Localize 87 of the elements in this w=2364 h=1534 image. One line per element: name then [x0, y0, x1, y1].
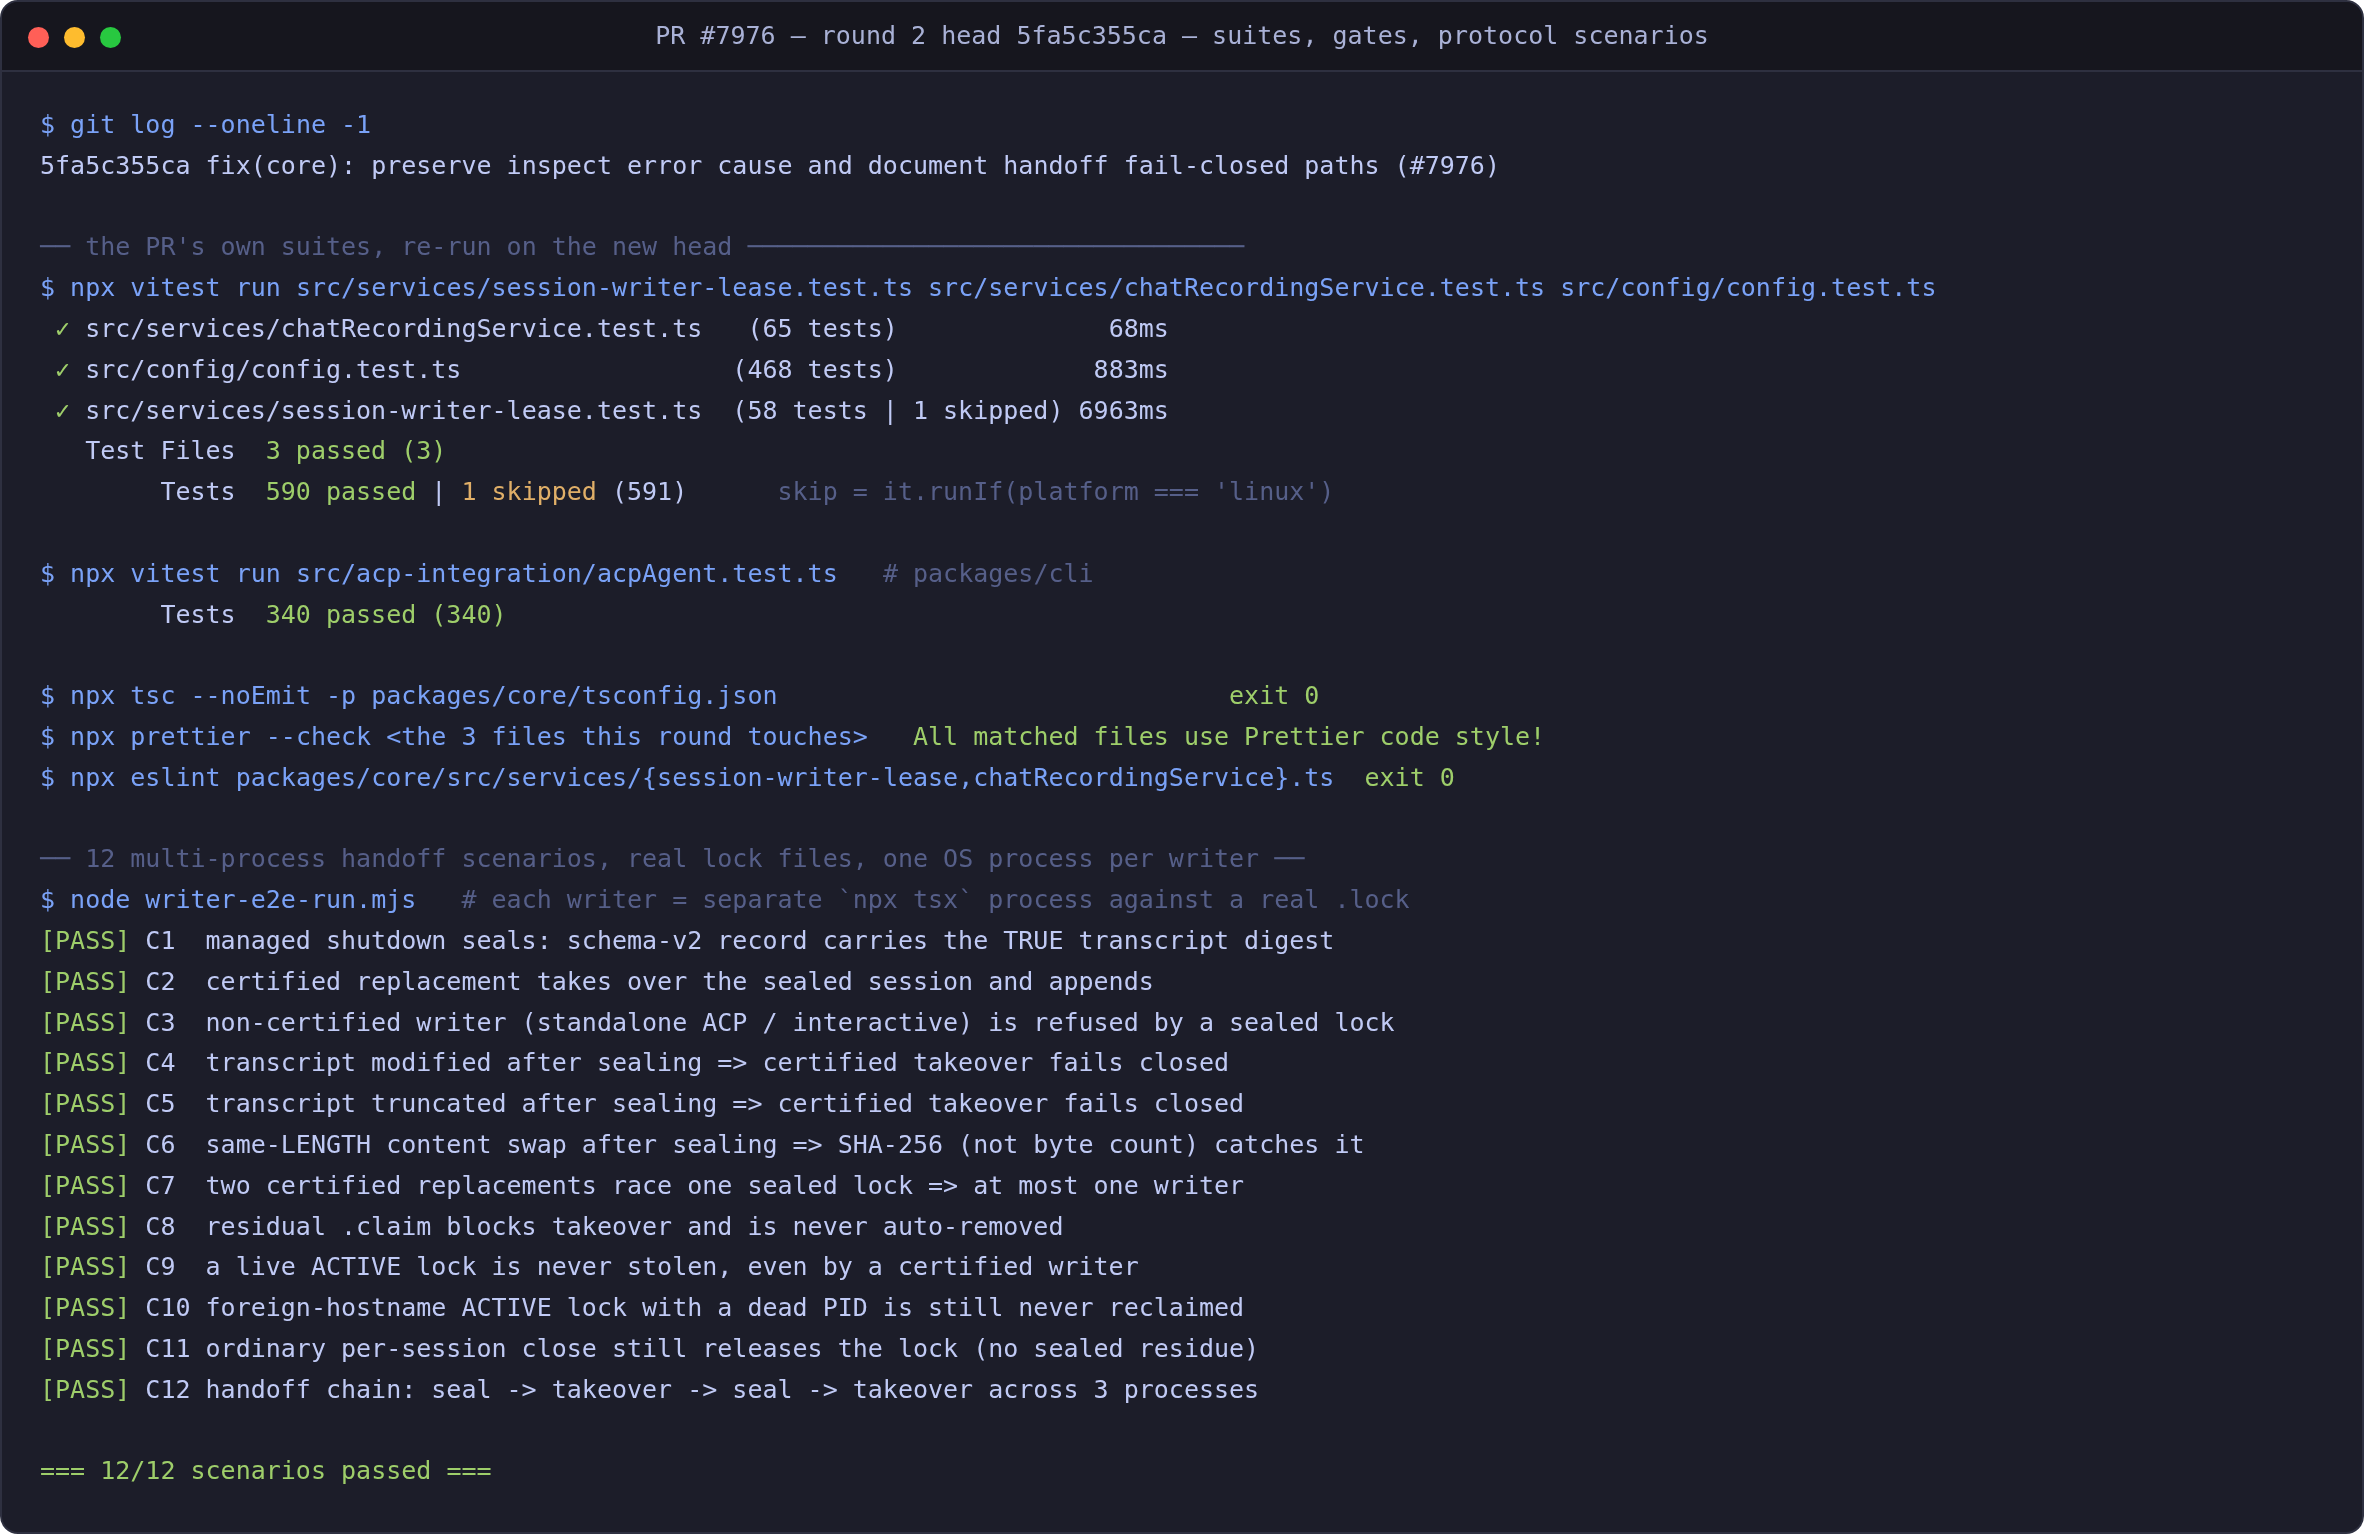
- test-duration: 883ms: [1093, 353, 1169, 386]
- section-divider: ── the PR's own suites, re-run on the new head ─────────────────────────────────: [40, 231, 1245, 264]
- scenario-id: C5: [145, 1088, 176, 1121]
- summary-value: 590 passed: [265, 476, 417, 509]
- pass-status: [PASS]: [40, 1128, 131, 1161]
- scenario-description: transcript modified after sealing => certified takeover fails closed: [205, 1047, 1230, 1080]
- scenario-id: C11: [145, 1332, 191, 1365]
- scenario-description: same-LENGTH content swap after sealing => SHA-256 (not byte count) catches it: [205, 1128, 1365, 1161]
- summary-value: 340 passed: [265, 598, 417, 631]
- test-count: (468 tests): [732, 353, 898, 386]
- scenario-id: C7: [145, 1169, 176, 1202]
- scenario-description: handoff chain: seal -> takeover -> seal -> takeover across 3 processes: [205, 1373, 1260, 1406]
- summary-label: Test Files: [85, 435, 236, 468]
- prompt-symbol: $: [40, 884, 56, 917]
- summary-label: Tests: [160, 598, 236, 631]
- scenario-description: managed shutdown seals: schema-v2 record carries the TRUE transcript digest: [205, 924, 1335, 957]
- scenario-description: certified replacement takes over the sealed session and appends: [205, 965, 1154, 998]
- check-mark: ✓: [55, 394, 72, 427]
- command-text: npx vitest run src/acp-integration/acpAgent.test.ts: [70, 557, 838, 590]
- pass-status: [PASS]: [40, 924, 131, 957]
- summary-value: (591): [611, 476, 688, 509]
- pass-status: [PASS]: [40, 1088, 131, 1121]
- scenario-id: C2: [145, 965, 176, 998]
- command-result: exit 0: [1364, 761, 1455, 794]
- window-title: PR #7976 — round 2 head 5fa5c355ca — suites, gates, protocol scenarios: [655, 20, 1709, 53]
- pass-status: [PASS]: [40, 1251, 131, 1284]
- summary-value: 3 passed: [265, 435, 387, 468]
- command-text: git log --oneline -1: [70, 109, 372, 141]
- prompt-symbol: $: [40, 272, 56, 305]
- command-text: npx prettier --check <the 3 files this round touches>: [70, 720, 868, 753]
- summary-value: (3): [401, 435, 447, 468]
- scenario-id: C8: [145, 1210, 176, 1243]
- pass-status: [PASS]: [40, 1292, 131, 1325]
- prompt-symbol: $: [40, 557, 56, 590]
- test-duration: 68ms: [1108, 313, 1169, 345]
- pass-status: [PASS]: [40, 965, 131, 998]
- pass-status: [PASS]: [40, 1006, 131, 1039]
- summary-value: 1 skipped: [461, 476, 597, 509]
- prompt-symbol: $: [40, 720, 56, 753]
- scenario-description: foreign-hostname ACTIVE lock with a dead PID is still never reclaimed: [205, 1292, 1245, 1325]
- command-comment: # packages/cli: [882, 557, 1094, 590]
- commit-line: 5fa5c355ca fix(core): preserve inspect error cause and document handoff fail-closed paths (#7976): [40, 149, 1500, 182]
- scenario-id: C1: [145, 924, 176, 957]
- summary-value: (340): [431, 598, 507, 631]
- pass-status: [PASS]: [40, 1210, 131, 1243]
- pass-status: [PASS]: [40, 1047, 131, 1080]
- test-duration: 6963ms: [1078, 394, 1169, 427]
- minimize-button[interactable]: [64, 27, 85, 48]
- scenario-id: C9: [145, 1251, 176, 1284]
- command-comment: # each writer = separate `npx tsx` process against a real .lock: [461, 884, 1410, 917]
- scenario-id: C3: [145, 1006, 176, 1039]
- command-text: npx eslint packages/core/src/services/{session-writer-lease,chatRecordingService}.ts: [70, 761, 1335, 794]
- pass-status: [PASS]: [40, 1332, 131, 1365]
- summary-note: skip = it.runIf(platform === 'linux'): [777, 476, 1335, 509]
- command-result: All matched files use Prettier code style!: [912, 720, 1546, 753]
- test-file-path: src/services/chatRecordingService.test.ts: [85, 313, 703, 345]
- prompt-symbol: $: [40, 680, 56, 713]
- scenario-description: ordinary per-session close still releases the lock (no sealed residue): [205, 1332, 1260, 1365]
- check-mark: ✓: [55, 313, 72, 345]
- scenario-id: C10: [145, 1292, 191, 1325]
- test-file-path: src/services/session-writer-lease.test.ts: [85, 394, 703, 427]
- scenario-id: C12: [145, 1373, 191, 1406]
- command-text: node writer-e2e-run.mjs: [70, 884, 417, 917]
- prompt-symbol: $: [40, 761, 56, 794]
- check-mark: ✓: [55, 353, 72, 386]
- pass-status: [PASS]: [40, 1373, 131, 1406]
- test-count: (58 tests | 1 skipped): [732, 394, 1064, 427]
- test-file-path: src/config/config.test.ts: [85, 353, 462, 386]
- scenario-total-text: === 12/12 scenarios passed ===: [40, 1455, 492, 1488]
- scenario-description: non-certified writer (standalone ACP / interactive) is refused by a sealed lock: [205, 1006, 1395, 1039]
- command-text: npx vitest run src/services/session-writer-lease.test.ts src/services/chatRecordingService.test.ts src/config/config.test.ts: [70, 272, 1937, 305]
- summary-label: Tests: [160, 476, 236, 509]
- command-result: exit 0: [1229, 680, 1320, 713]
- scenario-description: residual .claim blocks takeover and is never auto-removed: [205, 1210, 1064, 1243]
- scenario-id: C4: [145, 1047, 176, 1080]
- scenario-id: C6: [145, 1128, 176, 1161]
- prompt-symbol: $: [40, 109, 56, 141]
- scenario-description: a live ACTIVE lock is never stolen, even by a certified writer: [205, 1251, 1139, 1284]
- section-divider: ── 12 multi-process handoff scenarios, real lock files, one OS process per writer ──: [40, 843, 1305, 876]
- zoom-button[interactable]: [100, 27, 121, 48]
- scenario-description: transcript truncated after sealing => certified takeover fails closed: [205, 1088, 1245, 1121]
- test-count: (65 tests): [747, 313, 898, 345]
- pass-status: [PASS]: [40, 1169, 131, 1202]
- close-button[interactable]: [28, 27, 49, 48]
- summary-value: |: [431, 476, 447, 509]
- command-text: npx tsc --noEmit -p packages/core/tsconfig.json: [70, 680, 778, 713]
- scenario-description: two certified replacements race one sealed lock => at most one writer: [205, 1169, 1245, 1202]
